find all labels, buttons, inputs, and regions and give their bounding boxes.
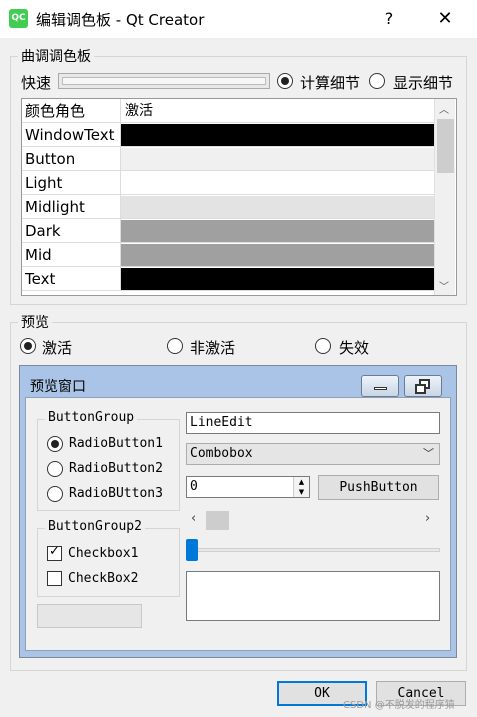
role-color-swatch[interactable]: [121, 220, 435, 242]
scroll-down-icon[interactable]: ﹀: [439, 278, 449, 293]
qt-creator-icon: QC: [9, 9, 28, 28]
preview-group-title: 预览: [18, 312, 52, 332]
spin-up-icon[interactable]: ▲: [294, 477, 309, 487]
fast-slider[interactable]: [58, 73, 270, 89]
chevron-down-icon: ﹀: [423, 447, 434, 460]
watermark: CSDN @不脱发的程序猿: [343, 700, 455, 711]
checkmark-icon: ✓: [49, 544, 60, 559]
combobox[interactable]: Combobox: [186, 443, 440, 465]
window-title: 编辑调色板 - Qt Creator: [36, 11, 205, 29]
radio-active[interactable]: [20, 338, 36, 354]
radio-button-3-label: RadioBUtton3: [69, 486, 163, 501]
table-row[interactable]: Text: [22, 267, 435, 291]
role-name: Text: [22, 267, 121, 291]
role-name: Light: [22, 171, 121, 195]
checkbox-1-label: Checkbox1: [68, 546, 139, 561]
button-group-2-title: ButtonGroup2: [45, 519, 145, 534]
table-row[interactable]: Dark: [22, 219, 435, 243]
scroll-right-icon[interactable]: ›: [425, 511, 430, 526]
minimize-icon: [374, 387, 387, 390]
role-name: Midlight: [22, 195, 121, 219]
restore-icon-front: [415, 384, 426, 394]
slider-handle[interactable]: [186, 539, 198, 561]
checkbox-2[interactable]: [47, 571, 62, 586]
table-row[interactable]: Mid: [22, 243, 435, 267]
spinbox-arrows[interactable]: ▲ ▼: [293, 477, 309, 497]
role-name: Button: [22, 147, 121, 171]
role-name: Mid: [22, 243, 121, 267]
scroll-left-icon[interactable]: ‹: [191, 511, 196, 526]
preview-window-title: 预览窗口: [30, 379, 86, 395]
checkbox-1[interactable]: ✓: [47, 544, 62, 561]
radio-show-details[interactable]: [369, 73, 385, 89]
radio-button-1-label: RadioButton1: [69, 436, 163, 451]
role-color-swatch[interactable]: [121, 172, 435, 194]
button-group-2: [37, 528, 180, 597]
spin-down-icon[interactable]: ▼: [294, 487, 309, 497]
role-name: Dark: [22, 219, 121, 243]
tune-palette-group-title: 曲调调色板: [18, 46, 94, 66]
header-color-role: 颜色角色: [22, 99, 121, 123]
role-color-swatch[interactable]: [121, 268, 435, 290]
table-row[interactable]: Light: [22, 171, 435, 195]
horizontal-scrollbar-thumb[interactable]: [206, 511, 229, 530]
radio-button-3[interactable]: [47, 486, 63, 502]
radio-button-2[interactable]: [47, 461, 63, 477]
push-button[interactable]: PushButton: [318, 475, 439, 500]
radio-compute-details[interactable]: [277, 73, 293, 89]
radio-show-details-label: 显示细节: [393, 74, 454, 92]
scroll-up-icon[interactable]: ︿: [439, 101, 449, 116]
color-role-table: 颜色角色 激活 WindowText Button Light Midlight…: [21, 98, 457, 296]
radio-disabled[interactable]: [315, 338, 331, 354]
line-edit[interactable]: LineEdit: [186, 412, 440, 434]
radio-active-label: 激活: [42, 339, 73, 357]
radio-compute-details-label: 计算细节: [300, 74, 361, 92]
role-color-swatch[interactable]: [121, 148, 435, 170]
table-row[interactable]: Button: [22, 147, 435, 171]
role-color-swatch[interactable]: [121, 244, 435, 266]
disabled-button: [37, 604, 142, 628]
radio-disabled-label: 失效: [339, 339, 370, 357]
fast-label: 快速: [21, 74, 52, 92]
table-row[interactable]: Midlight: [22, 195, 435, 219]
radio-button-1[interactable]: [47, 436, 63, 452]
checkbox-2-label: CheckBox2: [68, 571, 139, 586]
table-row[interactable]: WindowText: [22, 123, 435, 147]
role-name: WindowText: [22, 123, 121, 147]
radio-inactive[interactable]: [167, 338, 183, 354]
spinbox[interactable]: 0: [186, 476, 310, 498]
table-scrollbar-thumb[interactable]: [437, 119, 454, 173]
text-edit[interactable]: [186, 571, 440, 621]
header-active: 激活: [125, 103, 153, 119]
table-header: 颜色角色 激活: [22, 99, 435, 123]
minimize-button[interactable]: [361, 375, 399, 397]
horizontal-slider[interactable]: [186, 548, 440, 552]
close-button[interactable]: ✕: [432, 6, 458, 32]
button-group-title: ButtonGroup: [45, 410, 138, 425]
radio-button-2-label: RadioButton2: [69, 461, 163, 476]
role-color-swatch[interactable]: [121, 124, 435, 146]
help-button[interactable]: ?: [376, 6, 402, 32]
radio-inactive-label: 非激活: [190, 339, 236, 357]
role-color-swatch[interactable]: [121, 196, 435, 218]
restore-button[interactable]: [404, 375, 442, 397]
